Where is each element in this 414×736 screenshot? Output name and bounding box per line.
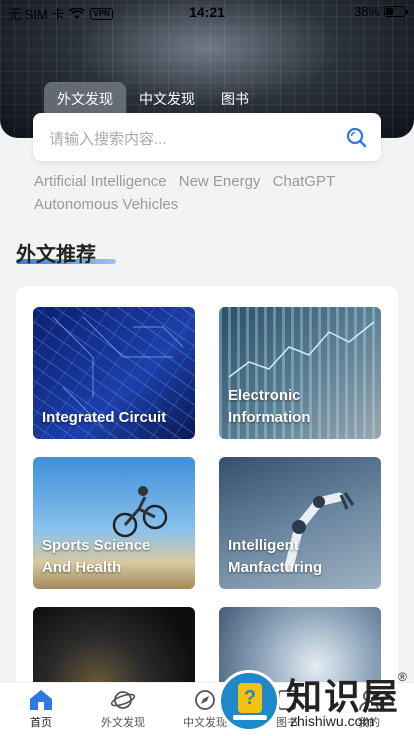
search-icon[interactable]	[345, 126, 367, 148]
battery-percent: 38%	[353, 4, 380, 19]
home-icon	[30, 690, 52, 710]
hot-keyword[interactable]: ChatGPT	[273, 173, 336, 190]
card-integrated-circuit[interactable]: Integrated Circuit	[33, 307, 195, 439]
tab-chinese-discovery[interactable]: 中文发现	[126, 82, 208, 116]
tab-foreign-discovery[interactable]: 外文发现	[44, 82, 126, 116]
hot-keywords: Artificial Intelligence New Energy ChatG…	[34, 170, 394, 216]
tab-label: 首页	[30, 717, 52, 729]
clock: 14:21	[189, 4, 225, 20]
status-bar: 无 SIM 卡 VPN 14:21 38%	[0, 0, 414, 24]
card-intelligent-manufacturing[interactable]: Intelligent Manfacturing	[219, 457, 381, 589]
card-label: Integrated Circuit	[42, 409, 167, 426]
card-sports-science[interactable]: Sports Science And Health	[33, 457, 195, 589]
battery-icon	[384, 6, 408, 17]
site-watermark: ? 知识屋 ® zhishiwu.com	[218, 668, 414, 736]
discovery-tabs: 外文发现 中文发现 图书	[44, 82, 262, 116]
hot-keyword[interactable]: New Energy	[179, 173, 261, 190]
section-title-text: 外文推荐	[16, 244, 96, 266]
planet-icon	[110, 691, 136, 709]
card-label: Electronic Information	[228, 387, 311, 426]
compass-icon	[195, 690, 215, 710]
tab-foreign[interactable]: 外文发现	[82, 689, 164, 730]
card-electronic-information[interactable]: Electronic Information	[219, 307, 381, 439]
card-label: Sports Science And Health	[42, 537, 151, 576]
card-label: Intelligent Manfacturing	[228, 537, 323, 576]
tab-books[interactable]: 图书	[208, 82, 262, 116]
tab-label: 外文发现	[101, 717, 145, 729]
search-placeholder: 请输入搜索内容...	[49, 131, 167, 148]
watermark-logo-icon: ?	[218, 670, 280, 732]
section-title: 外文推荐	[16, 238, 116, 267]
hot-keyword[interactable]: Autonomous Vehicles	[34, 196, 178, 213]
tab-home[interactable]: 首页	[0, 689, 82, 730]
watermark-reg: ®	[398, 670, 407, 684]
watermark-url: zhishiwu.com	[290, 713, 375, 729]
search-input[interactable]: 请输入搜索内容...	[33, 113, 381, 161]
hot-keyword[interactable]: Artificial Intelligence	[34, 173, 167, 190]
